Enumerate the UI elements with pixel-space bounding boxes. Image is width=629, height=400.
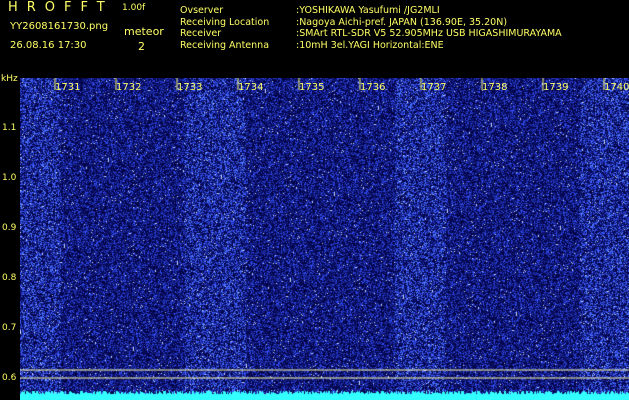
x-tick-label: 1738 xyxy=(482,82,508,93)
spectrogram xyxy=(20,78,629,400)
x-tick-label: 1736 xyxy=(360,82,386,93)
y-tick-label: 1.0 xyxy=(2,173,17,183)
info-row-receiver: Receiver :SMArt RTL-SDR V5 52.905MHz USB… xyxy=(180,28,562,40)
x-tick-label: 1739 xyxy=(543,82,569,93)
timestamp: 26.08.16 17:30 xyxy=(10,40,87,51)
y-tick-label: 0.6 xyxy=(2,373,17,383)
info-key: Receiver xyxy=(180,28,222,39)
y-axis-unit: kHz xyxy=(1,74,18,84)
info-row-antenna: Receiving Antenna :10mH 3el.YAGI Horizon… xyxy=(180,40,562,52)
station-info: Ovserver :YOSHIKAWA Yasufumi /JG2MLI Rec… xyxy=(180,5,562,51)
x-tick-label: 1737 xyxy=(421,82,447,93)
x-tick-label: 1733 xyxy=(177,82,203,93)
info-key: Receiving Antenna xyxy=(180,39,270,51)
y-tick-label: 0.8 xyxy=(2,273,17,283)
info-key: Receiving Location xyxy=(180,16,270,28)
x-tick-label: 1735 xyxy=(299,82,325,93)
file-name: YY2608161730.png xyxy=(10,21,109,32)
header-panel: HROFFT 1.00f YY2608161730.png 26.08.16 1… xyxy=(0,0,629,78)
info-row-observer: Ovserver :YOSHIKAWA Yasufumi /JG2MLI xyxy=(180,5,562,17)
app-title: HROFFT xyxy=(8,0,114,15)
info-key: Ovserver xyxy=(180,5,224,16)
meteor-count: 2 xyxy=(138,40,145,53)
app-version: 1.00f xyxy=(122,3,146,13)
x-tick-label: 1734 xyxy=(238,82,264,93)
x-tick-label: 1731 xyxy=(55,82,81,93)
info-value: :YOSHIKAWA Yasufumi /JG2MLI xyxy=(296,5,440,16)
info-row-location: Receiving Location :Nagoya Aichi-pref. J… xyxy=(180,17,562,29)
info-value: :SMArt RTL-SDR V5 52.905MHz USB HIGASHIM… xyxy=(296,28,562,39)
y-tick-label: 0.7 xyxy=(2,323,17,333)
meteor-label: meteor xyxy=(124,25,164,38)
y-tick-label: 0.9 xyxy=(2,223,17,233)
x-tick-label: 1732 xyxy=(116,82,142,93)
x-tick-label: 1740 xyxy=(604,82,629,93)
info-value: :Nagoya Aichi-pref. JAPAN (136.90E, 35.2… xyxy=(296,16,508,28)
y-tick-label: 1.1 xyxy=(2,123,17,133)
info-value: :10mH 3el.YAGI Horizontal:ENE xyxy=(296,39,444,51)
